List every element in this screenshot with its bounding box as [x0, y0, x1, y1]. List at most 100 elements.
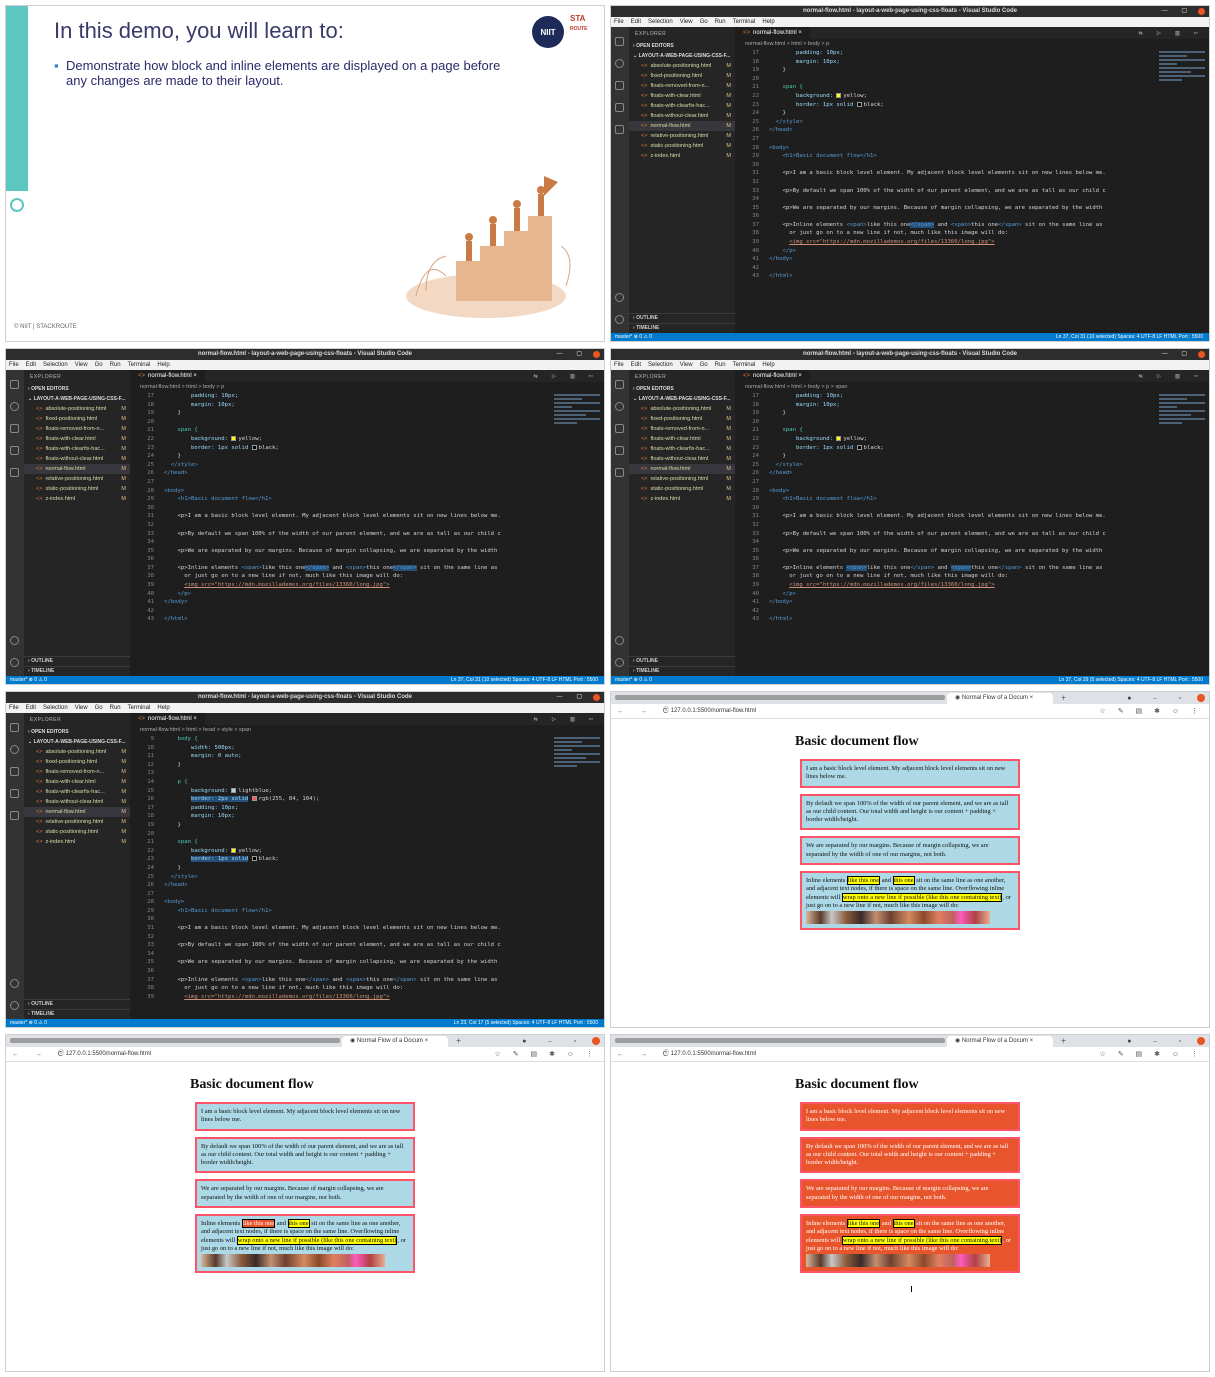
menu-go[interactable]: Go [95, 362, 103, 368]
extensions-icon[interactable] [10, 811, 19, 820]
file-item[interactable]: <> floats-without-clear.html M [629, 111, 735, 121]
file-item[interactable]: <> absolute-positioning.html M [24, 404, 130, 414]
menu-view[interactable]: View [680, 362, 693, 368]
menu-view[interactable]: View [680, 19, 693, 25]
menu-terminal[interactable]: Terminal [733, 19, 756, 25]
status-right[interactable]: Ln 37, Col 31 (10 selected) Spaces: 4 UT… [1056, 333, 1203, 341]
menu-run[interactable]: Run [715, 19, 726, 25]
breadcrumb[interactable]: normal-flow.html > html > head > style >… [130, 725, 604, 735]
menu-selection[interactable]: Selection [648, 19, 673, 25]
menu-help[interactable]: Help [157, 705, 169, 711]
menu-view[interactable]: View [75, 362, 88, 368]
menu-run[interactable]: Run [715, 362, 726, 368]
tab-normal-flow[interactable]: <> normal-flow.html × [735, 370, 810, 382]
outline-section[interactable]: › OUTLINE [629, 313, 735, 323]
menu-file[interactable]: File [614, 362, 624, 368]
new-tab-icon[interactable]: + [456, 1035, 461, 1047]
settings-gear-icon[interactable] [10, 658, 19, 667]
window-controls[interactable]: ● – ▫ [522, 1035, 586, 1047]
settings-gear-icon[interactable] [615, 315, 624, 324]
menu-terminal[interactable]: Terminal [733, 362, 756, 368]
file-item[interactable]: <> z-index.html M [24, 494, 130, 504]
code-editor[interactable]: 9 body { 10 width: 500px; 11 margin: 0 a… [130, 735, 550, 1019]
menu-help[interactable]: Help [762, 362, 774, 368]
search-icon[interactable] [10, 402, 19, 411]
account-icon[interactable] [615, 293, 624, 302]
menu-edit[interactable]: Edit [26, 705, 36, 711]
minimap[interactable] [554, 392, 600, 452]
file-item[interactable]: <> floats-removed-from-n... M [629, 424, 735, 434]
run-debug-icon[interactable] [615, 103, 624, 112]
close-tab-icon[interactable]: × [193, 373, 197, 379]
file-item[interactable]: <> floats-removed-from-n... M [24, 424, 130, 434]
outline-section[interactable]: › OUTLINE [629, 656, 735, 666]
url-input[interactable]: ⓘ 127.0.0.1:5500/normal-flow.html [663, 1047, 756, 1062]
file-item[interactable]: <> fixed-positioning.html M [24, 414, 130, 424]
close-window-icon[interactable] [592, 1037, 600, 1045]
file-item[interactable]: <> floats-without-clear.html M [24, 797, 130, 807]
file-item[interactable]: <> floats-with-clearfix-hac... M [629, 101, 735, 111]
editor-actions-icon[interactable]: ⇆ ▷ ▥ ⋯ [1138, 29, 1203, 37]
tab-normal-flow[interactable]: <> normal-flow.html × [735, 27, 810, 39]
timeline-section[interactable]: › TIMELINE [629, 666, 735, 676]
status-left[interactable]: master* ⊗ 0 ⚠ 0 [10, 677, 47, 683]
open-editors-section[interactable]: › OPEN EDITORS [24, 727, 130, 737]
menu-edit[interactable]: Edit [26, 362, 36, 368]
run-debug-icon[interactable] [615, 446, 624, 455]
extensions-icon[interactable]: ☆ ✎ ▤ ✱ ☺ ⋮ [1100, 1047, 1204, 1062]
window-controls[interactable]: — ▢ [557, 692, 588, 703]
code-editor[interactable]: 17 padding: 10px; 18 margin: 10px; 19 } … [735, 392, 1155, 676]
editor-actions-icon[interactable]: ⇆ ▷ ▥ ⋯ [1138, 372, 1203, 380]
status-left[interactable]: master* ⊗ 0 ⚠ 0 [615, 334, 652, 340]
open-editors-section[interactable]: › OPEN EDITORS [629, 41, 735, 51]
file-item[interactable]: <> floats-without-clear.html M [24, 454, 130, 464]
status-left[interactable]: master* ⊗ 0 ⚠ 0 [10, 1020, 47, 1026]
code-editor[interactable]: 17 padding: 10px; 18 margin: 10px; 19 } … [130, 392, 550, 676]
code-editor[interactable]: 17 padding: 10px; 18 margin: 10px; 19 } … [735, 49, 1155, 333]
editor-actions-icon[interactable]: ⇆ ▷ ▥ ⋯ [533, 372, 598, 380]
file-item[interactable]: <> fixed-positioning.html M [24, 757, 130, 767]
source-control-icon[interactable] [10, 767, 19, 776]
file-item[interactable]: <> z-index.html M [629, 494, 735, 504]
file-item[interactable]: <> relative-positioning.html M [24, 474, 130, 484]
file-item[interactable]: <> floats-with-clear.html M [24, 777, 130, 787]
file-item[interactable]: <> absolute-positioning.html M [24, 747, 130, 757]
file-item[interactable]: <> static-positioning.html M [24, 827, 130, 837]
timeline-section[interactable]: › TIMELINE [24, 666, 130, 676]
file-item[interactable]: <> floats-without-clear.html M [629, 454, 735, 464]
window-controls[interactable]: — ▢ [557, 349, 588, 360]
breadcrumb[interactable]: normal-flow.html > html > body > p [130, 382, 604, 392]
run-debug-icon[interactable] [10, 789, 19, 798]
file-item[interactable]: <> static-positioning.html M [629, 141, 735, 151]
timeline-section[interactable]: › TIMELINE [24, 1009, 130, 1019]
file-item[interactable]: <> floats-with-clearfix-hac... M [24, 787, 130, 797]
menu-edit[interactable]: Edit [631, 19, 641, 25]
file-item[interactable]: <> static-positioning.html M [24, 484, 130, 494]
close-window-icon[interactable] [593, 694, 600, 701]
file-item[interactable]: <> floats-with-clearfix-hac... M [24, 444, 130, 454]
menu-terminal[interactable]: Terminal [128, 362, 151, 368]
menu-edit[interactable]: Edit [631, 362, 641, 368]
close-window-icon[interactable] [1198, 8, 1205, 15]
menu-help[interactable]: Help [762, 19, 774, 25]
project-folder[interactable]: ⌄ LAYOUT-A-WEB-PAGE-USING-CSS-F... [24, 737, 130, 747]
breadcrumb[interactable]: normal-flow.html > html > body > p > spa… [735, 382, 1209, 392]
minimap[interactable] [1159, 49, 1205, 109]
minimap[interactable] [554, 735, 600, 795]
url-input[interactable]: ⓘ 127.0.0.1:5500/normal-flow.html [663, 704, 756, 719]
explorer-icon[interactable] [10, 723, 19, 732]
account-icon[interactable] [10, 979, 19, 988]
project-folder[interactable]: ⌄ LAYOUT-A-WEB-PAGE-USING-CSS-F... [629, 394, 735, 404]
tab-normal-flow[interactable]: <> normal-flow.html × [130, 370, 205, 382]
close-tab-icon[interactable]: × [798, 373, 802, 379]
file-item[interactable]: <> relative-positioning.html M [629, 131, 735, 141]
breadcrumb[interactable]: normal-flow.html > html > body > p [735, 39, 1209, 49]
window-controls[interactable]: — ▢ [1162, 349, 1193, 360]
close-tab-icon[interactable]: × [798, 30, 802, 36]
outline-section[interactable]: › OUTLINE [24, 999, 130, 1009]
timeline-section[interactable]: › TIMELINE [629, 323, 735, 333]
menu-terminal[interactable]: Terminal [128, 705, 151, 711]
menu-file[interactable]: File [9, 705, 19, 711]
menu-go[interactable]: Go [700, 19, 708, 25]
run-debug-icon[interactable] [10, 446, 19, 455]
